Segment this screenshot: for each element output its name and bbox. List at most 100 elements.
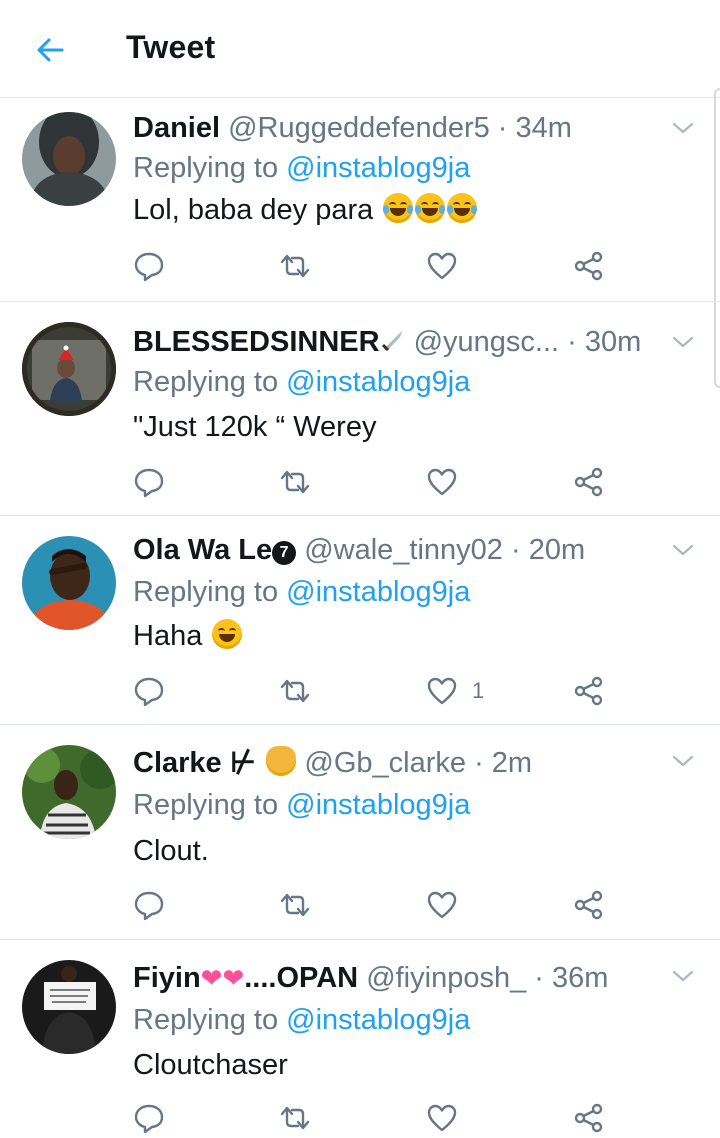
retweet-button[interactable] — [278, 1100, 312, 1136]
tweet-item[interactable]: Ola Wa Le 7 @wale_tinny02 · 20m Replying … — [0, 516, 720, 725]
separator: · — [474, 747, 484, 779]
avatar[interactable] — [22, 322, 116, 416]
like-button[interactable] — [426, 248, 472, 284]
like-button[interactable]: 1 — [426, 673, 484, 709]
tweet-item[interactable]: BLESSEDSINNER @yungsc... · 30m Replying … — [0, 302, 720, 516]
tweet-actions — [133, 248, 613, 284]
tweet-text: Lol, baba dey para — [133, 190, 478, 230]
timestamp[interactable]: 36m — [552, 962, 608, 994]
mention-link[interactable]: @instablog9ja — [286, 152, 470, 184]
replying-to: Replying to @instablog9ja — [133, 572, 470, 612]
tweet-text: "Just 120k “ Werey — [133, 411, 377, 443]
user-handle[interactable]: @Gb_clarke — [304, 747, 466, 779]
like-icon — [427, 468, 457, 496]
like-button[interactable] — [426, 887, 472, 923]
grinning-squinting-emoji — [212, 619, 243, 649]
reply-button[interactable] — [133, 1100, 165, 1136]
retweet-icon — [280, 254, 310, 278]
display-name[interactable]: Fiyin — [133, 962, 201, 994]
retweet-icon — [280, 1106, 310, 1130]
reply-button[interactable] — [133, 887, 165, 923]
dagger-emoji — [381, 331, 402, 352]
like-count: 1 — [472, 678, 485, 703]
tweet-actions: 1 — [133, 673, 613, 709]
back-button[interactable] — [30, 30, 70, 70]
retweet-icon — [280, 470, 310, 494]
user-handle[interactable]: @fiyinposh_ — [366, 962, 526, 994]
avatar[interactable] — [22, 960, 116, 1054]
timestamp[interactable]: 34m — [516, 112, 572, 144]
user-handle[interactable]: @yungsc... — [414, 326, 560, 358]
share-button[interactable] — [573, 673, 605, 709]
display-name[interactable]: Clarke — [133, 747, 222, 779]
page-title: Tweet — [126, 29, 216, 65]
replying-to-label: Replying to — [133, 789, 279, 821]
share-icon — [574, 890, 603, 920]
separator: · — [534, 962, 544, 994]
tweet-text: Haha — [133, 616, 243, 656]
user-handle[interactable]: @Ruggeddefender5 — [228, 112, 490, 144]
chevron-down-icon[interactable] — [670, 540, 696, 560]
reply-button[interactable] — [133, 248, 165, 284]
arrow-left-icon — [37, 38, 64, 62]
like-icon — [427, 1104, 457, 1132]
tweet-item[interactable]: Clarke ⊬ @Gb_clarke · 2m Replying to @in… — [0, 725, 720, 940]
share-button[interactable] — [573, 248, 605, 284]
reply-icon — [134, 468, 164, 498]
retweet-icon — [280, 893, 310, 917]
avatar[interactable] — [22, 536, 116, 630]
tweet-header: Fiyin❤❤....OPAN @fiyinposh_ · 36m — [133, 958, 640, 998]
number-badge: 7 — [272, 541, 297, 565]
retweet-button[interactable] — [278, 887, 312, 923]
tweet-header: Clarke ⊬ @Gb_clarke · 2m — [133, 743, 640, 783]
name-symbol: ⊬ — [229, 747, 257, 779]
avatar[interactable] — [22, 112, 116, 206]
mention-link[interactable]: @instablog9ja — [286, 1004, 470, 1036]
like-icon — [427, 252, 457, 280]
replying-to-label: Replying to — [133, 576, 279, 608]
retweet-button[interactable] — [278, 673, 312, 709]
tweet-header: Ola Wa Le 7 @wale_tinny02 · 20m — [133, 530, 640, 570]
mention-link[interactable]: @instablog9ja — [286, 576, 470, 608]
tweet-item[interactable]: Daniel @Ruggeddefender5 · 34m Replying t… — [0, 98, 720, 302]
replying-to: Replying to @instablog9ja — [133, 785, 470, 825]
share-icon — [574, 467, 603, 497]
replying-to-label: Replying to — [133, 366, 279, 398]
like-icon — [427, 891, 457, 919]
timestamp[interactable]: 20m — [529, 534, 585, 566]
retweet-button[interactable] — [278, 248, 312, 284]
reply-button[interactable] — [133, 673, 165, 709]
tweet-text-content: Haha — [133, 620, 203, 652]
share-icon — [574, 676, 603, 706]
replying-to: Replying to @instablog9ja — [133, 148, 470, 188]
avatar[interactable] — [22, 745, 116, 839]
retweet-button[interactable] — [278, 464, 312, 500]
display-name[interactable]: Daniel — [133, 112, 220, 144]
user-handle[interactable]: @wale_tinny02 — [304, 534, 503, 566]
separator: · — [567, 326, 577, 358]
display-name[interactable]: Ola Wa Le — [133, 534, 272, 566]
like-button[interactable] — [426, 464, 472, 500]
mention-link[interactable]: @instablog9ja — [286, 366, 470, 398]
reply-icon — [134, 677, 164, 707]
display-name-suffix[interactable]: ....OPAN — [244, 962, 358, 994]
chevron-down-icon[interactable] — [670, 332, 696, 352]
share-button[interactable] — [573, 887, 605, 923]
timestamp[interactable]: 2m — [492, 747, 532, 779]
display-name[interactable]: BLESSEDSINNER — [133, 326, 380, 358]
tweet-actions — [133, 464, 613, 500]
chevron-down-icon[interactable] — [670, 751, 696, 771]
tweet-header: Daniel @Ruggeddefender5 · 34m — [133, 108, 640, 148]
share-icon — [574, 251, 603, 281]
share-button[interactable] — [573, 464, 605, 500]
reply-button[interactable] — [133, 464, 165, 500]
mention-link[interactable]: @instablog9ja — [286, 789, 470, 821]
chevron-down-icon[interactable] — [670, 966, 696, 986]
share-button[interactable] — [573, 1100, 605, 1136]
like-button[interactable] — [426, 1100, 472, 1136]
chevron-down-icon[interactable] — [670, 118, 696, 138]
tears-of-joy-emoji — [381, 193, 478, 226]
reply-icon — [134, 891, 164, 921]
tweet-item[interactable]: Fiyin❤❤....OPAN @fiyinposh_ · 36m Replyi… — [0, 940, 720, 1138]
timestamp[interactable]: 30m — [585, 326, 640, 358]
